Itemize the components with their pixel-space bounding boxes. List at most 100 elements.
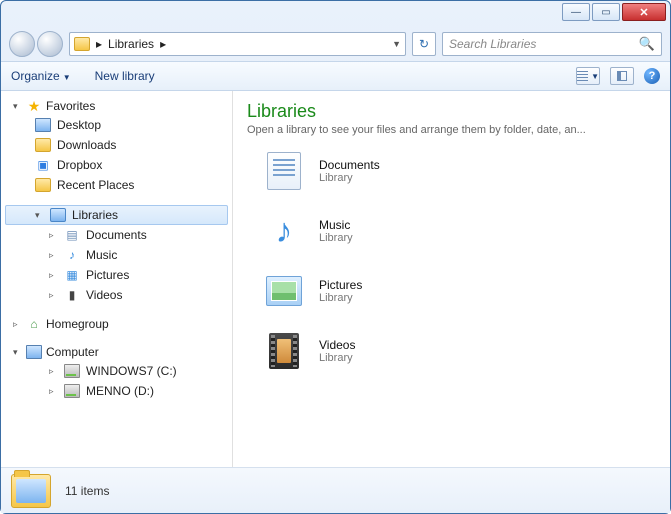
expand-icon: ▹ — [49, 250, 58, 261]
libraries-header[interactable]: ▾ Libraries — [5, 205, 228, 225]
breadcrumb-sep: ▸ — [160, 37, 166, 51]
library-text: Music Library — [319, 218, 353, 244]
chevron-down-icon: ▼ — [63, 73, 71, 82]
homegroup-header[interactable]: ▹ ⌂ Homegroup — [1, 315, 232, 333]
maximize-button[interactable]: ▭ — [592, 3, 620, 21]
libraries-group: ▾ Libraries ▹ ▤ Documents ▹ ♪ Music ▹ ▦ Pictur… — [1, 205, 232, 305]
item-label: WINDOWS7 (C:) — [86, 364, 177, 378]
search-input[interactable]: Search Libraries 🔍 — [442, 32, 662, 56]
computer-label: Computer — [46, 345, 99, 359]
search-placeholder: Search Libraries — [449, 37, 536, 51]
item-label: Recent Places — [57, 178, 134, 192]
list-icon — [577, 71, 588, 81]
preview-pane-button[interactable] — [610, 67, 634, 85]
star-icon: ★ — [26, 99, 42, 113]
item-label: Dropbox — [57, 158, 102, 172]
address-dropdown-icon[interactable]: ▼ — [392, 39, 401, 49]
music-icon: ♪ — [263, 210, 305, 252]
chevron-down-icon: ▼ — [591, 72, 599, 81]
command-bar: Organize▼ New library ▼ ? — [1, 61, 670, 91]
sidebar-item-drive-d[interactable]: ▹MENNO (D:) — [1, 381, 232, 401]
drive-icon — [64, 364, 80, 378]
videos-icon — [263, 330, 305, 372]
close-button[interactable]: ✕ — [622, 3, 666, 21]
page-subtitle: Open a library to see your files and arr… — [247, 124, 656, 136]
explorer-window: — ▭ ✕ ▸ Libraries ▸ ▼ ↻ Search Libraries… — [0, 0, 671, 514]
organize-button[interactable]: Organize▼ — [11, 69, 71, 83]
favorites-label: Favorites — [46, 99, 95, 113]
sidebar-item-videos[interactable]: ▹▮Videos — [1, 285, 232, 305]
item-label: Downloads — [57, 138, 116, 152]
library-type: Library — [319, 172, 380, 184]
desktop-icon — [35, 118, 51, 132]
library-name: Pictures — [319, 278, 362, 292]
homegroup-label: Homegroup — [46, 317, 109, 331]
expand-icon: ▹ — [49, 270, 58, 281]
documents-icon — [263, 150, 305, 192]
libraries-icon — [50, 208, 66, 222]
breadcrumb-item[interactable]: Libraries — [108, 37, 154, 51]
computer-icon — [26, 345, 42, 359]
sidebar-item-documents[interactable]: ▹ ▤ Documents — [1, 225, 232, 245]
library-item-videos[interactable]: Videos Library — [247, 330, 656, 372]
libraries-label: Libraries — [72, 208, 118, 222]
minimize-button[interactable]: — — [562, 3, 590, 21]
nav-pane: ▾ ★ Favorites Desktop Downloads ▣Dropbox… — [1, 91, 233, 467]
music-icon: ♪ — [64, 248, 80, 262]
pictures-icon: ▦ — [64, 268, 80, 282]
favorites-header[interactable]: ▾ ★ Favorites — [1, 97, 232, 115]
sidebar-item-desktop[interactable]: Desktop — [1, 115, 232, 135]
nav-row: ▸ Libraries ▸ ▼ ↻ Search Libraries 🔍 — [1, 27, 670, 61]
forward-button[interactable] — [37, 31, 63, 57]
library-item-pictures[interactable]: Pictures Library — [247, 270, 656, 312]
sidebar-item-pictures[interactable]: ▹ ▦ Pictures — [1, 265, 232, 285]
item-count: 11 items — [65, 484, 109, 498]
library-text: Pictures Library — [319, 278, 362, 304]
view-options-button[interactable]: ▼ — [576, 67, 600, 85]
expand-icon: ▹ — [49, 386, 58, 397]
expand-icon: ▹ — [49, 366, 58, 377]
nav-buttons — [9, 31, 63, 57]
documents-icon: ▤ — [64, 228, 80, 242]
library-item-music[interactable]: ♪ Music Library — [247, 210, 656, 252]
collapse-icon: ▾ — [35, 210, 44, 221]
item-label: Documents — [86, 228, 147, 242]
collapse-icon: ▾ — [13, 347, 22, 358]
window-body: ▾ ★ Favorites Desktop Downloads ▣Dropbox… — [1, 91, 670, 467]
item-label: Videos — [86, 288, 122, 302]
library-text: Videos Library — [319, 338, 355, 364]
expand-icon: ▹ — [49, 230, 58, 241]
sidebar-item-dropbox[interactable]: ▣Dropbox — [1, 155, 232, 175]
library-name: Videos — [319, 338, 355, 352]
library-name: Music — [319, 218, 353, 232]
address-bar[interactable]: ▸ Libraries ▸ ▼ — [69, 32, 406, 56]
item-label: Desktop — [57, 118, 101, 132]
item-label: Pictures — [86, 268, 129, 282]
sidebar-item-drive-c[interactable]: ▹ WINDOWS7 (C:) — [1, 361, 232, 381]
sidebar-item-recent-places[interactable]: Recent Places — [1, 175, 232, 195]
library-text: Documents Library — [319, 158, 380, 184]
library-type: Library — [319, 352, 355, 364]
folder-icon — [74, 37, 90, 51]
computer-group: ▾ Computer ▹ WINDOWS7 (C:) ▹MENNO (D:) — [1, 343, 232, 401]
sidebar-item-downloads[interactable]: Downloads — [1, 135, 232, 155]
collapse-icon: ▾ — [13, 101, 22, 112]
pictures-icon — [263, 270, 305, 312]
folder-icon — [11, 474, 51, 508]
folder-icon — [35, 178, 51, 192]
expand-icon: ▹ — [49, 290, 58, 301]
library-item-documents[interactable]: Documents Library — [247, 150, 656, 192]
homegroup-icon: ⌂ — [26, 317, 42, 331]
help-button[interactable]: ? — [644, 68, 660, 84]
breadcrumb-sep: ▸ — [96, 37, 102, 51]
organize-label: Organize — [11, 69, 60, 83]
sidebar-item-music[interactable]: ▹ ♪ Music — [1, 245, 232, 265]
item-label: Music — [86, 248, 117, 262]
favorites-group: ▾ ★ Favorites Desktop Downloads ▣Dropbox… — [1, 97, 232, 195]
computer-header[interactable]: ▾ Computer — [1, 343, 232, 361]
back-button[interactable] — [9, 31, 35, 57]
pane-icon — [617, 71, 627, 81]
titlebar: — ▭ ✕ — [1, 1, 670, 27]
refresh-button[interactable]: ↻ — [412, 32, 436, 56]
new-library-button[interactable]: New library — [95, 69, 155, 83]
